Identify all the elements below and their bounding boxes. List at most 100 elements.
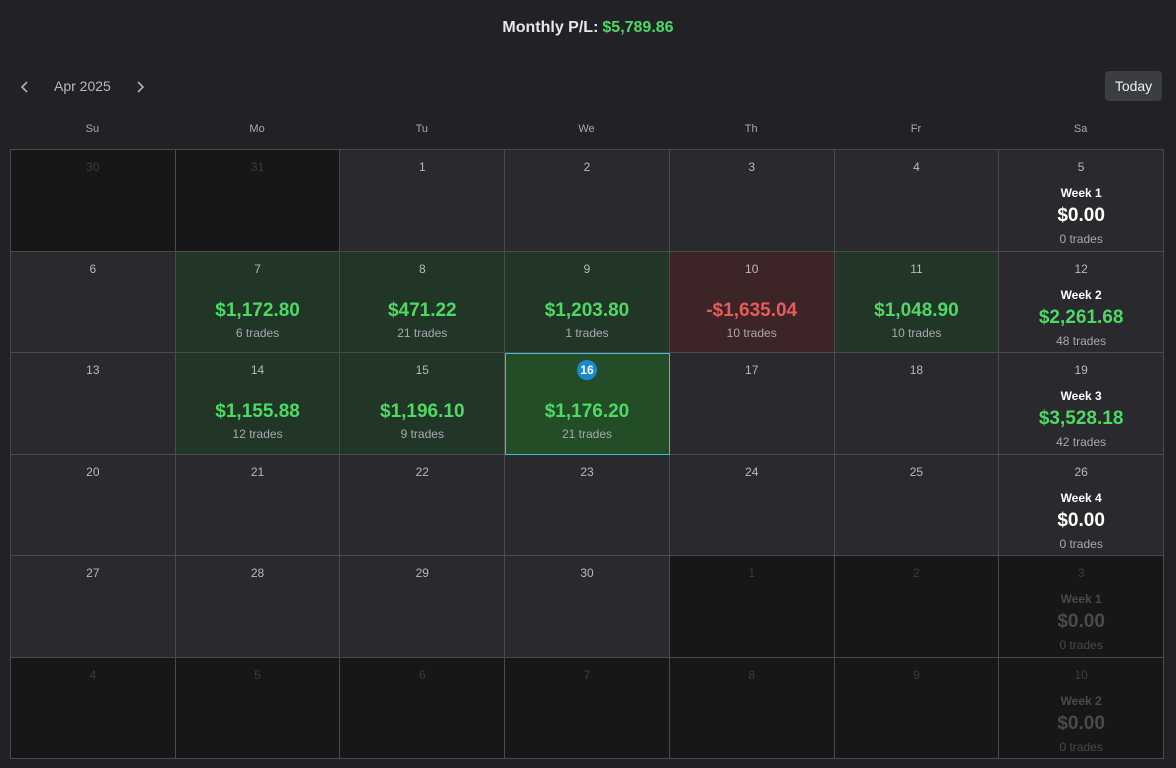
- week-summary-cell[interactable]: 5 Week 1 $0.00 0 trades: [999, 150, 1164, 252]
- next-month-button[interactable]: [127, 74, 153, 100]
- calendar-day-cell[interactable]: 9: [834, 657, 1000, 759]
- calendar-day-cell[interactable]: 15 $1,196.10 9 trades: [340, 353, 506, 455]
- calendar-day-cell[interactable]: 18: [834, 353, 1000, 455]
- calendar-day-cell[interactable]: 25: [834, 454, 1000, 556]
- day-pl-amount: -$1,635.04: [706, 299, 798, 321]
- weekday-monday: Mo: [249, 123, 265, 135]
- calendar-day-cell[interactable]: 4: [11, 657, 176, 759]
- calendar-day-cell[interactable]: 23: [505, 454, 670, 556]
- calendar-day-cell[interactable]: 27: [11, 556, 176, 658]
- calendar-day-cell[interactable]: 5: [175, 657, 341, 759]
- calendar-day-cell[interactable]: 7 $1,172.80 6 trades: [175, 251, 341, 353]
- day-pl-amount: $471.22: [387, 299, 457, 321]
- calendar-day-cell[interactable]: 10 -$1,635.04 10 trades: [669, 251, 835, 353]
- week-pl-amount: $0.00: [1057, 509, 1105, 531]
- calendar-day-cell[interactable]: 8 $471.22 21 trades: [340, 251, 506, 353]
- today-button[interactable]: Today: [1105, 71, 1162, 101]
- day-number: 1: [418, 160, 426, 174]
- previous-month-button[interactable]: [12, 74, 38, 100]
- calendar-day-cell[interactable]: 14 $1,155.88 12 trades: [175, 353, 341, 455]
- day-trade-count: 10 trades: [891, 325, 942, 340]
- calendar-day-cell[interactable]: 3: [669, 150, 835, 252]
- monthly-pl-header: Monthly P/L: $5,789.86: [0, 0, 1176, 56]
- calendar-day-cell[interactable]: 28: [175, 556, 341, 658]
- calendar-day-cell[interactable]: 8: [669, 657, 835, 759]
- week-pl-amount: $0.00: [1057, 205, 1105, 226]
- day-number: 25: [909, 464, 924, 479]
- current-month-label: Apr 2025: [54, 78, 111, 94]
- day-pl-amount: $1,048.90: [874, 299, 959, 321]
- day-number: 14: [250, 363, 265, 377]
- weekday-saturday: Sa: [1073, 123, 1088, 135]
- calendar-day-cell[interactable]: 30: [505, 556, 670, 658]
- calendar-day-cell[interactable]: 6: [340, 657, 506, 759]
- calendar-day-cell[interactable]: 4: [834, 150, 1000, 252]
- calendar-day-cell[interactable]: 1: [340, 150, 506, 252]
- day-trade-count: 21 trades: [397, 325, 448, 340]
- day-pl-amount: $1,172.80: [215, 299, 300, 321]
- calendar-day-cell[interactable]: 6: [11, 251, 176, 353]
- calendar-day-cell[interactable]: 31: [175, 150, 341, 252]
- calendar-day-cell[interactable]: 2: [505, 150, 670, 252]
- calendar-day-cell[interactable]: 30: [11, 150, 176, 252]
- weekday-wednesday: We: [578, 123, 595, 135]
- day-pl-amount: $1,203.80: [544, 299, 630, 321]
- calendar-day-cell[interactable]: 24: [669, 454, 835, 556]
- calendar-day-cell[interactable]: 29: [340, 556, 506, 658]
- week-pl-amount: $0.00: [1057, 611, 1105, 632]
- day-number: 4: [89, 667, 97, 682]
- day-number: 18: [909, 363, 924, 377]
- calendar-day-cell[interactable]: 21: [175, 454, 341, 556]
- calendar-grid: 30 31 1 2 3 4 5 Week 1 $0.00 0 trades 6 7 $1,172.80 6…: [10, 149, 1164, 759]
- calendar-day-cell[interactable]: 7: [505, 657, 670, 759]
- day-number: 5: [254, 667, 261, 682]
- day-number: 23: [580, 464, 594, 479]
- day-number: 28: [250, 566, 265, 580]
- week-trade-count: 0 trades: [1059, 638, 1103, 652]
- week-summary-cell[interactable]: 3 Week 1 $0.00 0 trades: [999, 556, 1164, 658]
- day-number: 9: [913, 667, 920, 682]
- calendar-day-cell[interactable]: 22: [340, 454, 506, 556]
- day-number: 2: [913, 566, 920, 580]
- week-trade-count: 0 trades: [1059, 536, 1103, 551]
- day-trade-count: 9 trades: [400, 427, 444, 441]
- day-trade-count: 12 trades: [232, 427, 283, 441]
- weekday-tuesday: Tu: [415, 123, 428, 135]
- day-number: 8: [418, 261, 426, 276]
- day-number: 27: [86, 566, 100, 580]
- day-number: 17: [745, 363, 759, 377]
- day-number: 7: [583, 667, 591, 682]
- week-summary-cell[interactable]: 12 Week 2 $2,261.68 48 trades: [999, 251, 1164, 353]
- week-summary-cell[interactable]: 26 Week 4 $0.00 0 trades: [999, 454, 1164, 556]
- calendar-day-cell[interactable]: 11 $1,048.90 10 trades: [834, 251, 1000, 353]
- calendar-day-cell[interactable]: 2: [834, 556, 1000, 658]
- weekday-sunday: Su: [85, 123, 100, 135]
- day-number: 12: [1074, 261, 1088, 276]
- day-number: 5: [1077, 160, 1085, 174]
- calendar-day-cell[interactable]: 13: [11, 353, 176, 455]
- day-number: 31: [250, 160, 265, 174]
- calendar-day-cell[interactable]: 9 $1,203.80 1 trades: [505, 251, 670, 353]
- day-number: 4: [913, 160, 920, 174]
- week-summary-cell[interactable]: 10 Week 2 $0.00 0 trades: [999, 657, 1164, 759]
- calendar-day-cell[interactable]: 17: [669, 353, 835, 455]
- weekday-thursday: Th: [744, 123, 758, 135]
- week-label: Week 1: [1060, 186, 1102, 200]
- calendar-day-cell[interactable]: 20: [11, 454, 176, 556]
- calendar-day-cell[interactable]: 16 $1,176.20 21 trades: [505, 353, 670, 455]
- day-number: 30: [580, 566, 594, 580]
- week-trade-count: 48 trades: [1056, 333, 1107, 348]
- monthly-pl-value: $5,789.86: [602, 19, 674, 36]
- calendar-day-cell[interactable]: 1: [669, 556, 835, 658]
- week-trade-count: 0 trades: [1059, 739, 1103, 754]
- day-trade-count: 1 trades: [565, 325, 609, 340]
- day-trade-count: 21 trades: [561, 427, 613, 441]
- week-summary-cell[interactable]: 19 Week 3 $3,528.18 42 trades: [999, 353, 1164, 455]
- day-number: 3: [748, 160, 756, 174]
- day-number: 8: [748, 667, 756, 682]
- day-pl-amount: $1,196.10: [380, 401, 465, 422]
- chevron-right-icon: [137, 81, 145, 93]
- calendar-toolbar: Apr 2025 Today: [0, 70, 1176, 104]
- week-label: Week 2: [1060, 287, 1102, 302]
- day-number: 20: [86, 464, 100, 479]
